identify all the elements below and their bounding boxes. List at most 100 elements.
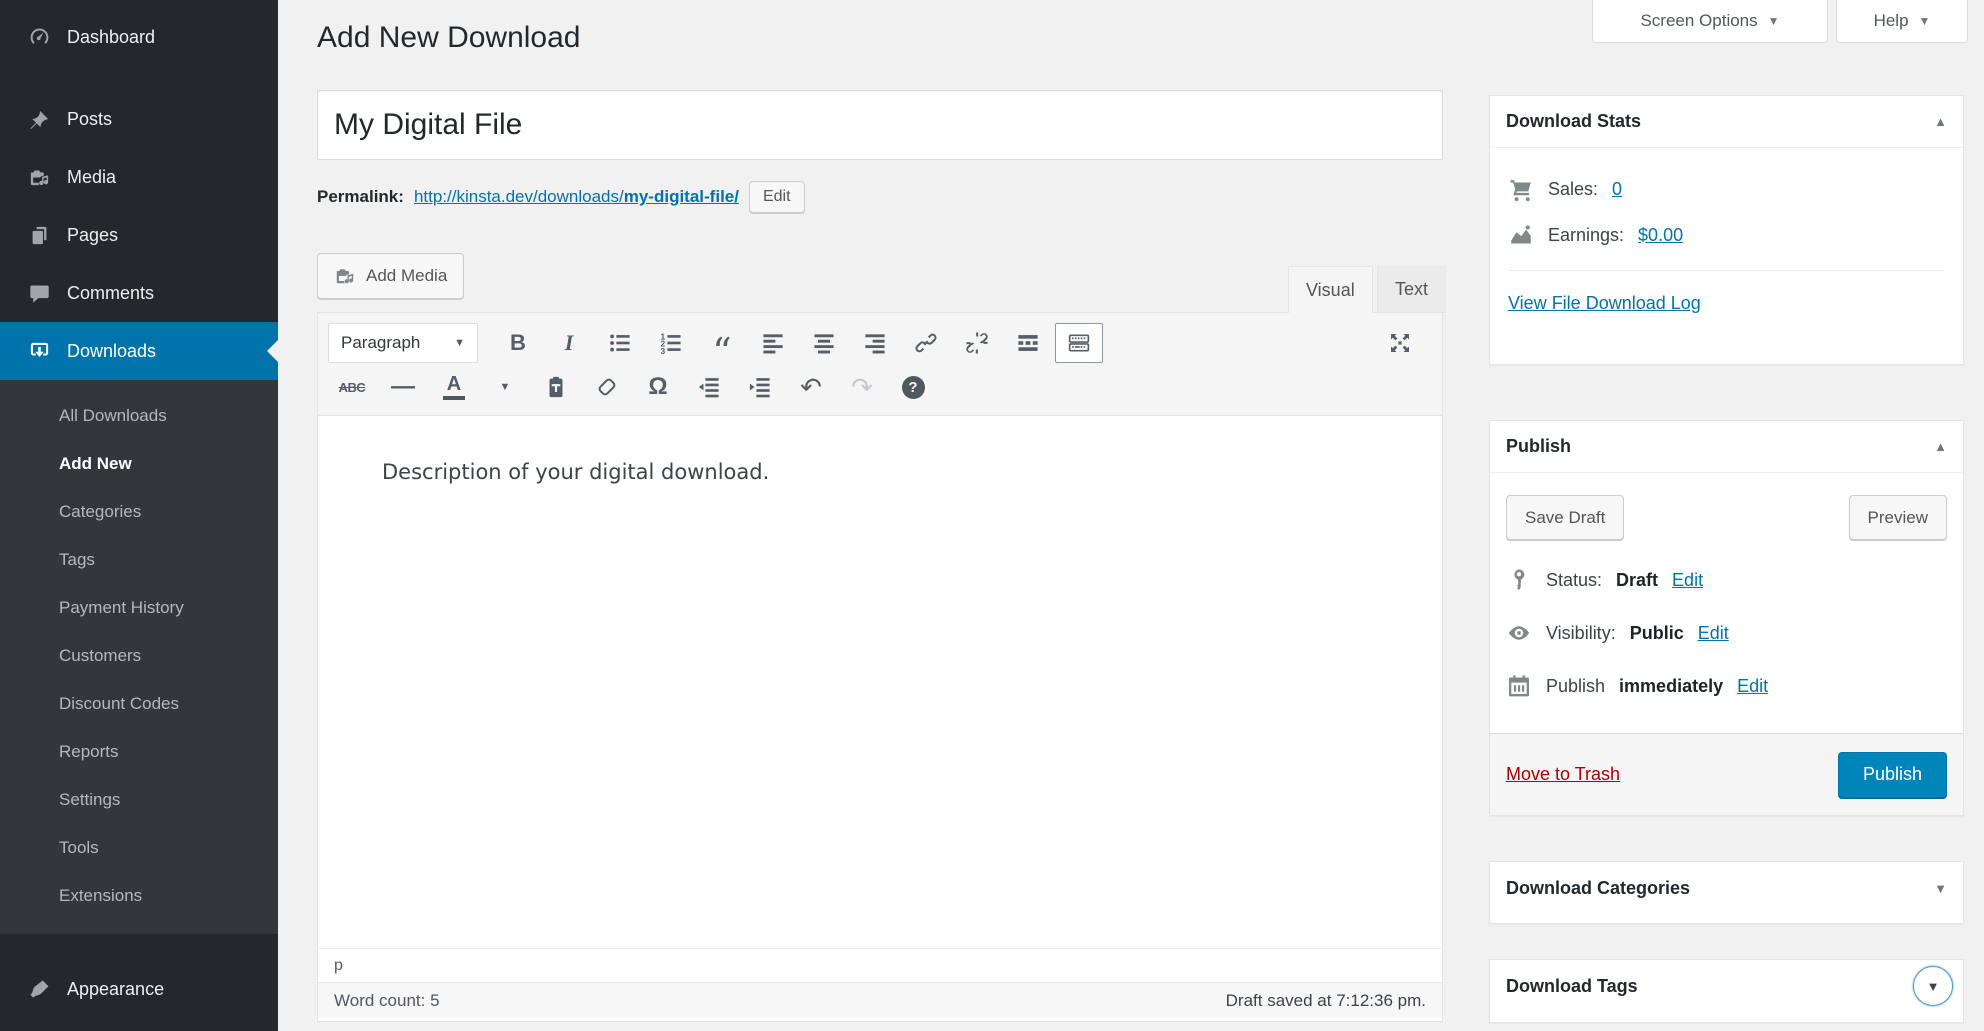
sidebar-item-label: Posts xyxy=(67,109,112,130)
permalink-edit-button[interactable]: Edit xyxy=(749,181,805,213)
outdent-icon xyxy=(697,375,721,399)
submenu-item-categories[interactable]: Categories xyxy=(0,488,278,536)
sidebar-item-downloads[interactable]: Downloads xyxy=(0,322,278,380)
publish-button[interactable]: Publish xyxy=(1838,752,1947,798)
status-row: Status: Draft Edit xyxy=(1506,567,1947,593)
editor-element-path[interactable]: p xyxy=(318,948,1442,982)
text-color-icon: A xyxy=(443,374,465,400)
add-media-button[interactable]: Add Media xyxy=(317,253,464,299)
link-icon xyxy=(914,331,938,355)
undo-icon: ↶ xyxy=(800,372,822,403)
sidebar-item-label: Appearance xyxy=(67,979,164,1000)
align-left-icon xyxy=(761,331,785,355)
collapse-icon[interactable]: ▲ xyxy=(1934,439,1947,454)
submenu-item-customers[interactable]: Customers xyxy=(0,632,278,680)
panel-title: Download Categories xyxy=(1506,878,1690,899)
move-to-trash-link[interactable]: Move to Trash xyxy=(1506,764,1620,785)
redo-button[interactable]: ↷ xyxy=(838,367,886,407)
tab-text[interactable]: Text xyxy=(1377,266,1446,313)
sidebar-item-comments[interactable]: Comments xyxy=(0,264,278,322)
submenu-item-discount-codes[interactable]: Discount Codes xyxy=(0,680,278,728)
permalink-link[interactable]: http://kinsta.dev/downloads/my-digital-f… xyxy=(414,187,739,207)
indent-button[interactable] xyxy=(736,367,784,407)
download-tags-header[interactable]: Download Tags ▼ xyxy=(1490,960,1963,1012)
sidebar-item-appearance[interactable]: Appearance xyxy=(0,960,278,1018)
download-stats-panel: Download Stats ▲ Sales: 0 Earnings: $0.0… xyxy=(1489,95,1964,365)
insert-link-button[interactable] xyxy=(902,323,950,363)
permalink: Permalink: http://kinsta.dev/downloads/m… xyxy=(317,180,805,214)
clear-formatting-button[interactable] xyxy=(583,367,631,407)
status-value: Draft xyxy=(1616,570,1658,591)
sidebar-item-posts[interactable]: Posts xyxy=(0,90,278,148)
download-title-input[interactable] xyxy=(317,90,1443,160)
download-stats-header[interactable]: Download Stats ▲ xyxy=(1490,96,1963,148)
help-button[interactable]: Help ▼ xyxy=(1836,0,1968,43)
submenu-item-all-downloads[interactable]: All Downloads xyxy=(0,392,278,440)
collapse-icon[interactable]: ▲ xyxy=(1934,114,1947,129)
publish-header[interactable]: Publish ▲ xyxy=(1490,421,1963,473)
submenu-item-payment-history[interactable]: Payment History xyxy=(0,584,278,632)
screen-options-label: Screen Options xyxy=(1640,11,1757,31)
tab-visual[interactable]: Visual xyxy=(1288,266,1373,313)
read-more-button[interactable] xyxy=(1004,323,1052,363)
undo-button[interactable]: ↶ xyxy=(787,367,835,407)
italic-icon: I xyxy=(565,330,574,356)
align-center-button[interactable] xyxy=(800,323,848,363)
omega-icon: Ω xyxy=(648,373,667,401)
format-dropdown[interactable]: Paragraph ▼ xyxy=(328,323,478,363)
view-download-log-link[interactable]: View File Download Log xyxy=(1508,293,1701,314)
submenu-item-extensions[interactable]: Extensions xyxy=(0,872,278,920)
sidebar-item-dashboard[interactable]: Dashboard xyxy=(0,8,278,66)
save-draft-button[interactable]: Save Draft xyxy=(1506,495,1624,540)
text-color-caret-button[interactable]: ▼ xyxy=(481,367,529,407)
strikethrough-button[interactable]: ABC xyxy=(328,367,376,407)
horizontal-rule-button[interactable]: — xyxy=(379,367,427,407)
calendar-icon xyxy=(1506,673,1532,699)
format-dropdown-value: Paragraph xyxy=(341,333,420,353)
expand-icon-focused[interactable]: ▼ xyxy=(1913,966,1953,1006)
sales-value-link[interactable]: 0 xyxy=(1612,179,1622,200)
special-character-button[interactable]: Ω xyxy=(634,367,682,407)
editor-content-area[interactable]: Description of your digital download. xyxy=(318,416,1442,948)
bullet-list-button[interactable] xyxy=(596,323,644,363)
eye-icon xyxy=(1506,620,1532,646)
submenu-item-tools[interactable]: Tools xyxy=(0,824,278,872)
outdent-button[interactable] xyxy=(685,367,733,407)
submenu-item-reports[interactable]: Reports xyxy=(0,728,278,776)
expand-icon[interactable]: ▼ xyxy=(1934,881,1947,896)
text-color-button[interactable]: A xyxy=(430,367,478,407)
fullscreen-button[interactable] xyxy=(1376,323,1424,363)
download-categories-header[interactable]: Download Categories ▼ xyxy=(1490,862,1963,914)
sales-label: Sales: xyxy=(1548,179,1598,200)
submenu-item-tags[interactable]: Tags xyxy=(0,536,278,584)
help-icon: ? xyxy=(902,376,925,399)
blockquote-button[interactable]: “ xyxy=(698,323,746,363)
sidebar-item-label: Pages xyxy=(67,225,118,246)
paste-as-text-button[interactable] xyxy=(532,367,580,407)
brush-icon xyxy=(28,978,51,1001)
edit-status-link[interactable]: Edit xyxy=(1672,570,1703,591)
earnings-row: Earnings: $0.00 xyxy=(1508,222,1945,248)
dashboard-icon xyxy=(28,26,51,49)
sidebar-item-label: Downloads xyxy=(67,341,156,362)
earnings-value-link[interactable]: $0.00 xyxy=(1638,225,1683,246)
sidebar-item-media[interactable]: Media xyxy=(0,148,278,206)
submenu-item-settings[interactable]: Settings xyxy=(0,776,278,824)
toolbar-toggle-button[interactable] xyxy=(1055,323,1103,363)
sidebar-item-pages[interactable]: Pages xyxy=(0,206,278,264)
screen-options-button[interactable]: Screen Options ▼ xyxy=(1592,0,1828,43)
help-button-editor[interactable]: ? xyxy=(889,367,937,407)
align-left-button[interactable] xyxy=(749,323,797,363)
bold-button[interactable]: B xyxy=(494,323,542,363)
edit-visibility-link[interactable]: Edit xyxy=(1698,623,1729,644)
status-label: Status: xyxy=(1546,570,1602,591)
preview-button[interactable]: Preview xyxy=(1849,495,1947,540)
align-right-button[interactable] xyxy=(851,323,899,363)
numbered-list-button[interactable]: 123 xyxy=(647,323,695,363)
remove-link-button[interactable] xyxy=(953,323,1001,363)
key-icon xyxy=(1506,567,1532,593)
edit-schedule-link[interactable]: Edit xyxy=(1737,676,1768,697)
submenu-item-add-new[interactable]: Add New xyxy=(0,440,278,488)
publish-panel: Publish ▲ Save Draft Preview Status: Dra… xyxy=(1489,420,1964,816)
italic-button[interactable]: I xyxy=(545,323,593,363)
